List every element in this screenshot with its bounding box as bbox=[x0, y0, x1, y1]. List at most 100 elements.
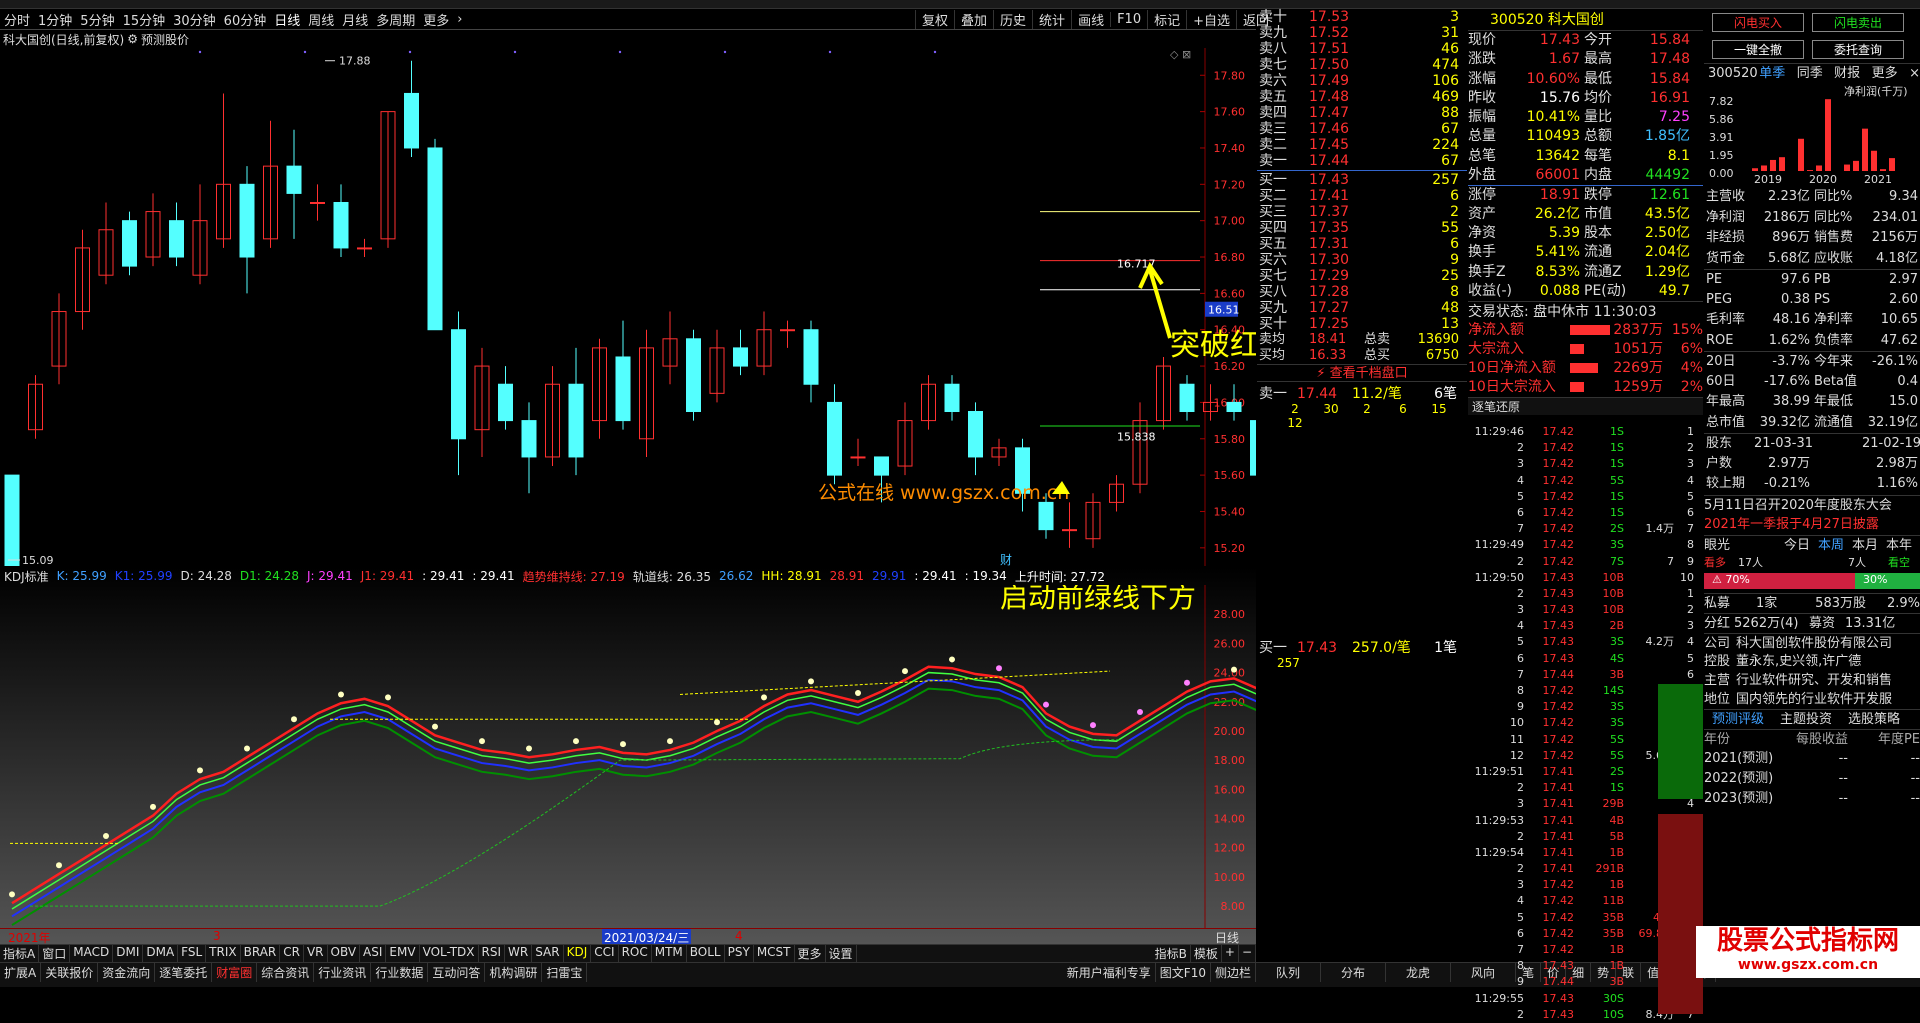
sell-level-10[interactable]: 卖十 17.53 3 bbox=[1257, 9, 1467, 25]
indicator-tab-5[interactable]: FSL bbox=[178, 945, 207, 962]
news-2[interactable]: 2021年一季报于4月27日披露 bbox=[1704, 515, 1920, 535]
indicator-tab-9[interactable]: VR bbox=[304, 945, 328, 962]
tool-button-1[interactable]: 叠加 bbox=[954, 10, 993, 29]
remove-icon[interactable]: − bbox=[1239, 945, 1256, 962]
sell-level-5[interactable]: 卖五 17.48 469 bbox=[1257, 89, 1467, 105]
indicator-tab-21[interactable]: BOLL bbox=[687, 945, 725, 962]
buy-level-6[interactable]: 买六 17.30 9 bbox=[1257, 252, 1467, 268]
fin-tab-1[interactable]: 同季 bbox=[1797, 64, 1834, 83]
trade-button-1[interactable]: 闪电卖出 bbox=[1812, 13, 1904, 32]
mood-tab-3[interactable]: 本月 bbox=[1852, 536, 1886, 555]
settings-icon[interactable]: ⚙ bbox=[127, 32, 138, 46]
news-1[interactable]: 5月11日召开2020年度股东大会 bbox=[1704, 494, 1920, 515]
indicator-tab-19[interactable]: ROC bbox=[619, 945, 652, 962]
sell-level-2[interactable]: 卖二 17.45 224 bbox=[1257, 137, 1467, 153]
indicator-tab-24[interactable]: 更多 bbox=[795, 945, 826, 962]
extend-tab-8[interactable]: 互动问答 bbox=[428, 963, 486, 982]
rating-tab-2[interactable]: 选股策略 bbox=[1840, 710, 1908, 729]
extend-tab-2[interactable]: 资金流向 bbox=[98, 963, 156, 982]
period-tab-7[interactable]: 周线 bbox=[304, 10, 338, 29]
indicator-tab-1[interactable]: 窗口 bbox=[39, 945, 71, 962]
tool-button-3[interactable]: 统计 bbox=[1032, 10, 1071, 29]
mood-tab-1[interactable]: 今日 bbox=[1784, 536, 1818, 555]
indicator-tab-15[interactable]: WR bbox=[505, 945, 533, 962]
extend-tab-3[interactable]: 逐笔委托 bbox=[155, 963, 213, 982]
sell-level-3[interactable]: 卖三 17.46 67 bbox=[1257, 121, 1467, 137]
extend-tab-5[interactable]: 综合资讯 bbox=[257, 963, 315, 982]
indicator-tab-20[interactable]: MTM bbox=[652, 945, 687, 962]
indicator-tab-4[interactable]: DMA bbox=[143, 945, 179, 962]
indicator-tab-18[interactable]: CCI bbox=[591, 945, 619, 962]
kdj-chart[interactable]: 28.0026.0024.0022.0020.0018.0016.0014.00… bbox=[0, 585, 1256, 928]
buy-level-5[interactable]: 买五 17.31 6 bbox=[1257, 236, 1467, 252]
buy-level-7[interactable]: 买七 17.29 25 bbox=[1257, 268, 1467, 284]
indicator-tab-16[interactable]: SAR bbox=[532, 945, 564, 962]
sell-level-4[interactable]: 卖四 17.47 88 bbox=[1257, 105, 1467, 121]
fin-tab-0[interactable]: 单季 bbox=[1759, 64, 1796, 83]
mood-tab-2[interactable]: 本周 bbox=[1818, 536, 1852, 555]
tool-button-6[interactable]: 标记 bbox=[1147, 10, 1186, 29]
extend-tab-7[interactable]: 行业数据 bbox=[371, 963, 429, 982]
sell-level-1[interactable]: 卖一 17.44 67 bbox=[1257, 153, 1467, 169]
period-tab-2[interactable]: 5分钟 bbox=[76, 10, 118, 29]
thousand-level-link[interactable]: ⚡ 查看千档盘口 bbox=[1257, 364, 1467, 382]
indicator-tab-22[interactable]: PSY bbox=[725, 945, 754, 962]
indicator-tab-13[interactable]: VOL-TDX bbox=[420, 945, 479, 962]
trade-button-2[interactable]: 一键全撤 bbox=[1712, 40, 1804, 59]
rating-tab-1[interactable]: 主题投资 bbox=[1772, 710, 1840, 729]
indicator-b-tab-0[interactable]: 指标B bbox=[1152, 945, 1191, 962]
period-tab-8[interactable]: 月线 bbox=[338, 10, 372, 29]
tool-button-4[interactable]: 画线 bbox=[1071, 10, 1110, 29]
rating-tab-0[interactable]: 预测评级 bbox=[1704, 710, 1772, 729]
panel-tab-2[interactable]: 龙虎 bbox=[1386, 963, 1452, 982]
sell-level-9[interactable]: 卖九 17.52 31 bbox=[1257, 25, 1467, 41]
period-tab-4[interactable]: 30分钟 bbox=[169, 10, 220, 29]
panel-controls-icon[interactable]: ◇ ⊠ bbox=[1170, 48, 1191, 61]
add-icon[interactable]: + bbox=[1222, 945, 1239, 962]
tool-button-0[interactable]: 复权 bbox=[915, 10, 954, 29]
candlestick-chart[interactable]: 17.8017.6017.4017.2017.0016.8016.6016.40… bbox=[0, 48, 1256, 566]
tool-button-5[interactable]: F10 bbox=[1110, 12, 1147, 27]
indicator-tab-6[interactable]: TRIX bbox=[206, 945, 241, 962]
indicator-tab-7[interactable]: BRAR bbox=[241, 945, 281, 962]
buy-level-9[interactable]: 买九 17.27 48 bbox=[1257, 300, 1467, 316]
tool-button-2[interactable]: 历史 bbox=[993, 10, 1032, 29]
extend-tab-6[interactable]: 行业资讯 bbox=[314, 963, 372, 982]
period-tab-9[interactable]: 多周期 bbox=[372, 10, 419, 29]
buy-level-4[interactable]: 买四 17.35 55 bbox=[1257, 220, 1467, 236]
extend-tab-9[interactable]: 机构调研 bbox=[485, 963, 543, 982]
kdj-name[interactable]: KDJ标准 bbox=[4, 568, 49, 585]
extend-tab-1[interactable]: 关联报价 bbox=[41, 963, 99, 982]
sell-level-7[interactable]: 卖七 17.50 474 bbox=[1257, 57, 1467, 73]
extend-tab-4[interactable]: 财富圈 bbox=[212, 963, 258, 982]
indicator-tab-8[interactable]: CR bbox=[280, 945, 304, 962]
buy-level-1[interactable]: 买一 17.43 257 bbox=[1257, 172, 1467, 188]
buy-level-8[interactable]: 买八 17.28 8 bbox=[1257, 284, 1467, 300]
predict-link[interactable]: 预测股价 bbox=[141, 31, 189, 48]
period-tab-3[interactable]: 15分钟 bbox=[119, 10, 170, 29]
panel-tab-1[interactable]: 分布 bbox=[1321, 963, 1387, 982]
close-icon[interactable]: × bbox=[1909, 64, 1920, 83]
indicator-tab-10[interactable]: OBV bbox=[328, 945, 361, 962]
indicator-tab-23[interactable]: MCST bbox=[754, 945, 795, 962]
fin-tab-3[interactable]: 更多 bbox=[1872, 64, 1909, 83]
indicator-tab-17[interactable]: KDJ bbox=[564, 945, 592, 962]
panel-tab-0[interactable]: 队列 bbox=[1256, 963, 1322, 982]
mood-tab-4[interactable]: 本年 bbox=[1886, 536, 1920, 555]
buy-level-10[interactable]: 买十 17.25 13 bbox=[1257, 316, 1467, 332]
indicator-tab-11[interactable]: ASI bbox=[360, 945, 387, 962]
sell-level-6[interactable]: 卖六 17.49 106 bbox=[1257, 73, 1467, 89]
indicator-tab-25[interactable]: 设置 bbox=[826, 945, 857, 962]
right-tab-2[interactable]: 侧边栏 bbox=[1211, 963, 1256, 982]
indicator-tab-0[interactable]: 指标A bbox=[0, 945, 40, 962]
fin-tab-2[interactable]: 财报 bbox=[1834, 64, 1871, 83]
sell-level-8[interactable]: 卖八 17.51 46 bbox=[1257, 41, 1467, 57]
period-tab-5[interactable]: 60分钟 bbox=[220, 10, 271, 29]
period-tab-6[interactable]: 日线 bbox=[270, 10, 304, 29]
indicator-tab-2[interactable]: MACD bbox=[70, 945, 114, 962]
trade-button-3[interactable]: 委托查询 bbox=[1812, 40, 1904, 59]
indicator-tab-14[interactable]: RSI bbox=[479, 945, 506, 962]
buy-level-2[interactable]: 买二 17.41 6 bbox=[1257, 188, 1467, 204]
extend-tab-0[interactable]: 扩展A bbox=[0, 963, 42, 982]
period-tab-0[interactable]: 分时 bbox=[0, 10, 34, 29]
